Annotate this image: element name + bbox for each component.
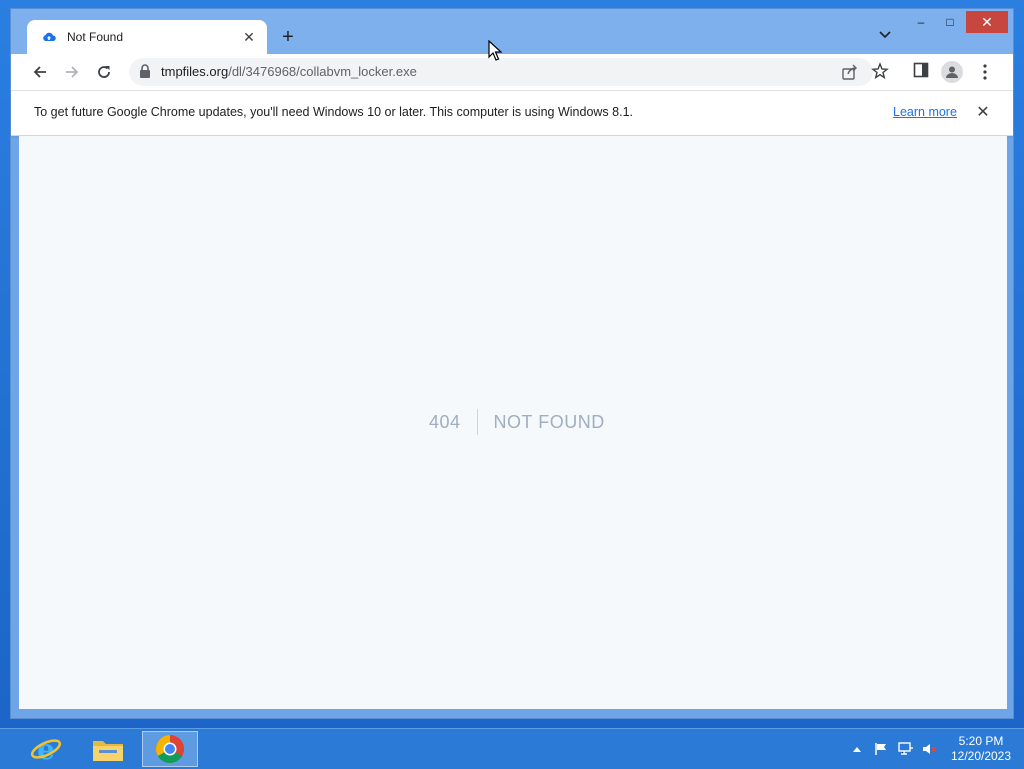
- learn-more-link[interactable]: Learn more: [893, 105, 957, 119]
- action-center-flag-icon[interactable]: [872, 739, 890, 759]
- taskbar: e 5:20 PM 12/20/2023: [0, 728, 1024, 769]
- page-content: 404 NOT FOUND: [19, 136, 1007, 709]
- svg-text:e: e: [37, 733, 55, 765]
- cloud-upload-icon: [41, 29, 57, 45]
- error-text: NOT FOUND: [493, 412, 605, 432]
- star-icon[interactable]: [871, 62, 891, 82]
- forward-arrow-icon[interactable]: [61, 61, 83, 83]
- url-host: tmpfiles.org: [161, 64, 229, 79]
- tab-title: Not Found: [67, 30, 124, 44]
- clock-time: 5:20 PM: [958, 734, 1004, 748]
- tab-search-chevron-icon[interactable]: [875, 25, 895, 45]
- back-arrow-icon[interactable]: [29, 61, 51, 83]
- not-found-message: 404 NOT FOUND: [429, 409, 605, 435]
- maximize-button[interactable]: □: [937, 11, 963, 33]
- infobar-message: To get future Google Chrome updates, you…: [34, 105, 633, 119]
- file-explorer-icon[interactable]: [80, 731, 136, 767]
- chrome-icon[interactable]: [142, 731, 198, 767]
- profile-icon[interactable]: [941, 61, 963, 83]
- url-text[interactable]: tmpfiles.org/dl/3476968/collabvm_locker.…: [161, 64, 417, 79]
- side-panel-icon[interactable]: [913, 62, 931, 80]
- network-icon[interactable]: [896, 739, 916, 759]
- infobar-close-icon[interactable]: ✕: [973, 102, 993, 122]
- lock-icon[interactable]: [139, 64, 153, 80]
- tab-active[interactable]: Not Found ✕: [27, 20, 267, 54]
- speaker-muted-icon[interactable]: [920, 739, 940, 759]
- clock-date: 12/20/2023: [950, 749, 1012, 763]
- new-tab-button[interactable]: +: [277, 26, 299, 48]
- share-icon[interactable]: [841, 63, 859, 81]
- internet-explorer-icon[interactable]: e: [18, 731, 74, 767]
- update-infobar: To get future Google Chrome updates, you…: [11, 91, 1013, 136]
- show-hidden-icons-icon[interactable]: [850, 739, 864, 759]
- error-code: 404: [429, 409, 478, 435]
- url-path: /dl/3476968/collabvm_locker.exe: [228, 64, 417, 79]
- minimize-button[interactable]: –: [907, 11, 935, 33]
- close-window-button[interactable]: ✕: [966, 11, 1008, 33]
- system-clock[interactable]: 5:20 PM 12/20/2023: [944, 734, 1018, 764]
- address-bar[interactable]: tmpfiles.org/dl/3476968/collabvm_locker.…: [129, 58, 873, 86]
- reload-icon[interactable]: [93, 61, 115, 83]
- browser-window: Not Found ✕ + – □ ✕ tmpfiles.org/dl/3476…: [10, 8, 1014, 719]
- title-bar: Not Found ✕ + – □ ✕: [11, 9, 1013, 54]
- tab-close-icon[interactable]: ✕: [241, 29, 257, 45]
- toolbar: tmpfiles.org/dl/3476968/collabvm_locker.…: [11, 54, 1013, 91]
- kebab-menu-icon[interactable]: [977, 61, 993, 83]
- mouse-cursor-icon: [488, 40, 502, 61]
